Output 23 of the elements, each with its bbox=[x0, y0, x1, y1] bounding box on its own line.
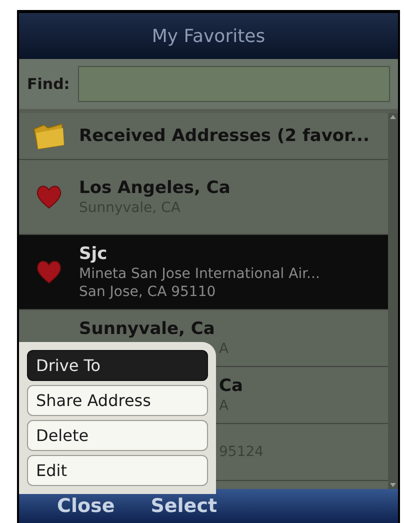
favorite-title: Ca bbox=[219, 375, 243, 397]
favorite-title: Sjc bbox=[79, 243, 108, 265]
favorite-title: Received Addresses (2 favor... bbox=[79, 125, 370, 147]
softkey-button[interactable]: Close bbox=[57, 492, 115, 520]
heart-icon bbox=[35, 184, 63, 210]
favorite-address: Mineta San Jose International Air... bbox=[79, 265, 320, 283]
find-label: Find: bbox=[27, 74, 70, 95]
menu-item[interactable]: Edit bbox=[27, 455, 208, 486]
scrollbar[interactable] bbox=[388, 113, 398, 489]
window-title: My Favorites bbox=[152, 24, 266, 48]
favorite-address: San Jose, CA 95110 bbox=[79, 283, 217, 301]
menu-item[interactable]: Drive To bbox=[27, 350, 208, 381]
scroll-down-icon[interactable] bbox=[390, 483, 396, 487]
list-row[interactable]: Sjc Mineta San Jose International Air... San Jose, CA 95110 bbox=[19, 235, 388, 310]
scroll-up-icon[interactable] bbox=[390, 115, 396, 119]
favorite-title: Sunnyvale, Ca bbox=[79, 318, 216, 340]
menu-item[interactable]: Share Address bbox=[27, 385, 208, 416]
softkey-button[interactable]: Select bbox=[150, 492, 218, 520]
menu-item[interactable]: Delete bbox=[27, 420, 208, 451]
heart-icon bbox=[35, 259, 63, 285]
folder-icon bbox=[32, 121, 66, 151]
favorite-title: Los Angeles, Ca bbox=[79, 177, 230, 199]
find-field[interactable] bbox=[78, 66, 390, 102]
